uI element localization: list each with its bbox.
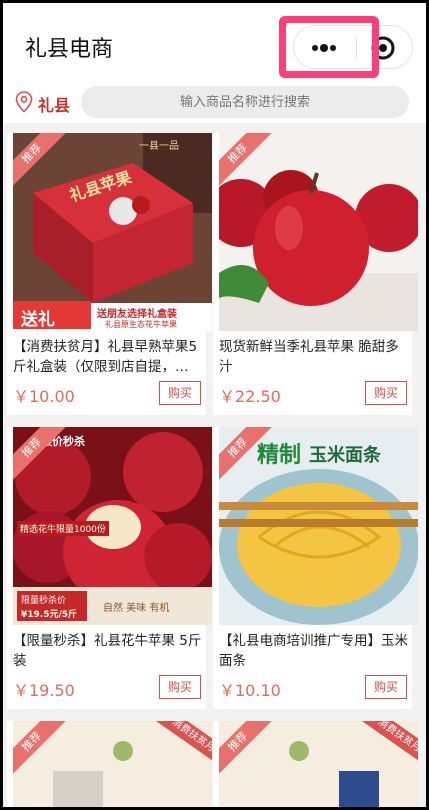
product-image[interactable]: 一县一品 礼县苹果 送礼 送朋友选择礼盒装 礼县原生态花牛苹果 推荐 <box>13 133 212 331</box>
product-price: ￥19.50 <box>13 681 75 700</box>
product-title[interactable]: 【限量秒杀】礼县花牛苹果 5斤装 <box>13 631 203 671</box>
product-price: ￥10.00 <box>13 387 75 406</box>
highlight-box <box>279 16 379 78</box>
product-card[interactable]: 消费扶贫月 推荐 <box>213 721 418 807</box>
product-title[interactable]: 【礼县电商培训推广专用】玉米面条 <box>219 631 409 671</box>
image-text-banner-sub: 礼县原生态花牛苹果 <box>105 320 177 329</box>
product-card[interactable]: 推荐 现货新鲜当季礼县苹果 脆甜多汁 ￥22.50 购买 <box>213 133 418 415</box>
product-card[interactable]: 精制 玉米面条 推荐 【礼县电商培训推广专用】玉米面条 ￥10.10 购买 <box>213 427 418 709</box>
image-text-mid: 精选花牛限量1000份 <box>17 521 109 536</box>
image-text-banner-left: 送礼 <box>21 310 55 330</box>
image-text-banner-right: 送朋友选择礼盒装 <box>97 309 177 320</box>
page-title: 礼县电商 <box>25 37 114 62</box>
buy-button[interactable]: 购买 <box>365 675 407 699</box>
buy-button[interactable]: 购买 <box>159 381 201 405</box>
location-label[interactable]: 礼县 <box>38 92 70 116</box>
image-text-bottom-right: 自然 美味 有机 <box>103 603 170 614</box>
image-text-top-a: 精制 <box>257 443 302 468</box>
image-text-top: 一县一品 <box>139 141 179 152</box>
phone-screen: 礼县电商 礼县 输入商品名称进行搜索 一县一品 礼县苹果 送礼 送朋友选择礼盒装… <box>3 3 426 807</box>
search-bar: 礼县 <box>3 83 426 123</box>
red-apple-image <box>219 133 418 331</box>
product-card[interactable]: 限价秒杀 精选花牛限量1000份 限量秒杀价 ¥19.5元/5斤 自然 美味 有… <box>7 427 212 709</box>
location-pin-icon[interactable] <box>15 91 33 113</box>
product-image[interactable]: 精制 玉米面条 推荐 <box>219 427 418 625</box>
image-text-bottom-price: ¥19.5元/5斤 <box>21 610 78 620</box>
buy-button[interactable]: 购买 <box>159 675 201 699</box>
buy-button[interactable]: 购买 <box>365 381 407 405</box>
product-title[interactable]: 【消费扶贫月】礼县早熟苹果5斤礼盒装（仅限到店自提，… <box>13 337 203 377</box>
product-image[interactable]: 推荐 <box>219 133 418 331</box>
product-price: ￥22.50 <box>219 387 281 406</box>
product-price: ￥10.10 <box>219 681 281 700</box>
search-input[interactable] <box>81 86 409 118</box>
image-text-bottom-left: 限量秒杀价 <box>21 596 67 606</box>
product-image[interactable]: 限价秒杀 精选花牛限量1000份 限量秒杀价 ¥19.5元/5斤 自然 美味 有… <box>13 427 212 625</box>
product-card[interactable]: 消费扶贫月 推荐 <box>7 721 212 807</box>
apple-gift-box-image <box>13 133 212 331</box>
nav-bar: 礼县电商 <box>3 3 426 83</box>
image-text-top-b: 玉米面条 <box>309 445 381 466</box>
product-title[interactable]: 现货新鲜当季礼县苹果 脆甜多汁 <box>219 337 409 377</box>
product-image[interactable]: 消费扶贫月 推荐 <box>219 721 418 807</box>
product-card[interactable]: 一县一品 礼县苹果 送礼 送朋友选择礼盒装 礼县原生态花牛苹果 推荐 【消费扶贫… <box>7 133 212 415</box>
product-image[interactable]: 消费扶贫月 推荐 <box>13 721 212 807</box>
